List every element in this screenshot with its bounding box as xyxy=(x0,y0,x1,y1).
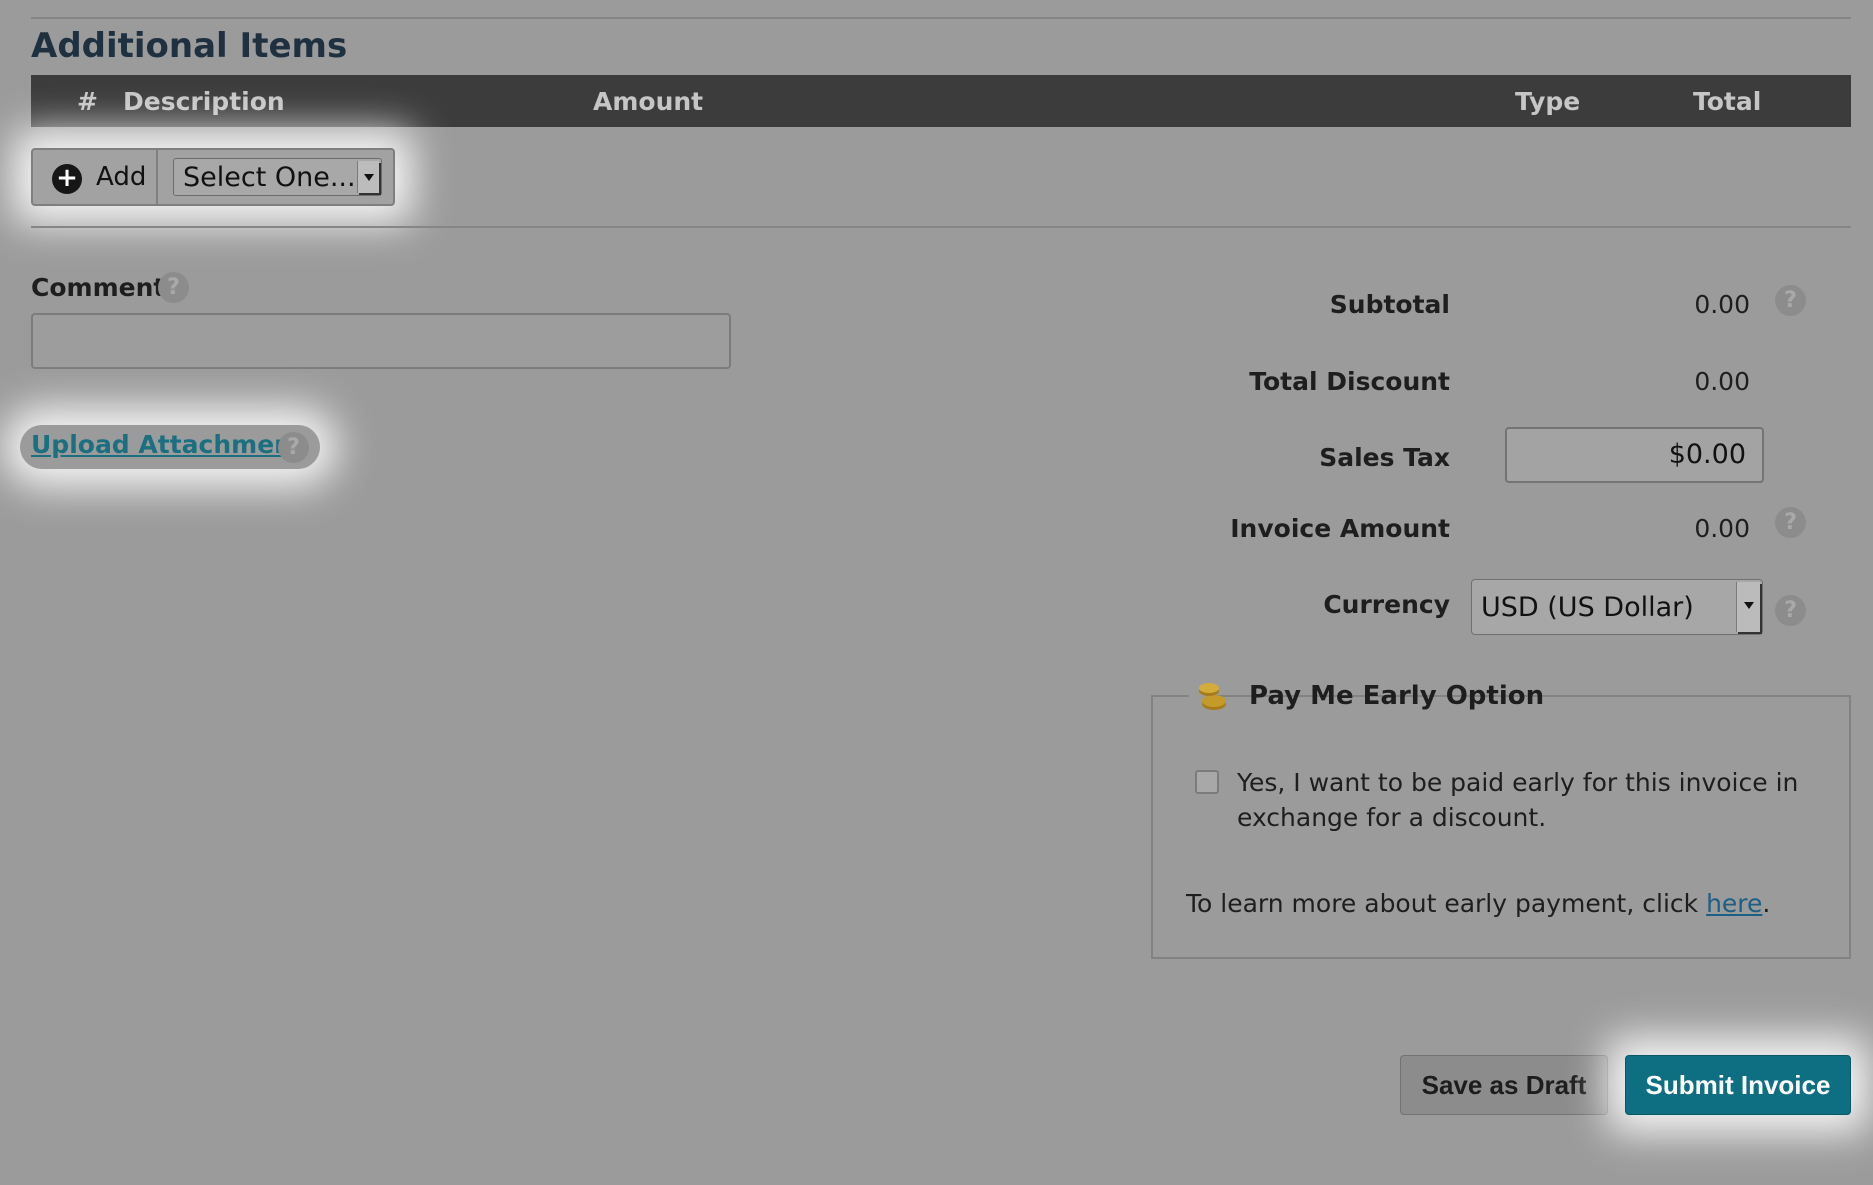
invoice-amount-help-icon[interactable]: ? xyxy=(1775,507,1806,538)
add-item-group: + Add Select One... xyxy=(31,148,395,206)
column-description: Description xyxy=(123,87,285,116)
total-discount-label: Total Discount xyxy=(1249,367,1450,396)
upload-attachment-link[interactable]: Upload Attachment xyxy=(31,430,304,459)
section-title: Additional Items xyxy=(31,26,348,66)
items-table-header: # Description Amount Type Total xyxy=(31,75,1851,127)
pay-early-header: Pay Me Early Option xyxy=(1189,675,1544,719)
learn-more-link[interactable]: here xyxy=(1706,889,1762,918)
add-item-button[interactable]: + Add xyxy=(33,150,158,204)
comment-help-icon[interactable]: ? xyxy=(158,272,189,303)
coins-icon xyxy=(1199,683,1226,710)
item-type-select[interactable]: Select One... xyxy=(173,158,382,196)
pay-early-title: Pay Me Early Option xyxy=(1249,681,1545,711)
invoice-amount-label: Invoice Amount xyxy=(1230,514,1450,543)
chevron-down-icon xyxy=(357,161,379,193)
pay-early-checkbox[interactable] xyxy=(1195,770,1219,794)
add-item-label: Add xyxy=(96,162,147,192)
currency-label: Currency xyxy=(1323,590,1450,619)
section-divider xyxy=(31,226,1851,228)
item-type-select-value: Select One... xyxy=(183,162,356,193)
total-discount-value: 0.00 xyxy=(1694,367,1750,396)
invoice-amount-value: 0.00 xyxy=(1694,514,1750,543)
column-amount: Amount xyxy=(593,87,704,116)
column-type: Type xyxy=(1515,87,1581,116)
comment-textarea[interactable] xyxy=(31,313,731,369)
column-total: Total xyxy=(1693,87,1762,116)
comment-label: Comment xyxy=(31,273,166,302)
subtotal-value: 0.00 xyxy=(1694,290,1750,319)
sales-tax-input[interactable]: $0.00 xyxy=(1505,427,1764,483)
currency-select-value: USD (US Dollar) xyxy=(1481,592,1694,623)
learn-more-suffix: . xyxy=(1762,889,1771,918)
upload-attachment-area: Upload Attachment xyxy=(20,425,320,469)
chevron-down-icon xyxy=(1736,582,1760,632)
pay-early-text-line1: Yes, I want to be paid early for this in… xyxy=(1237,768,1799,797)
plus-circle-icon: + xyxy=(52,164,82,194)
sales-tax-label: Sales Tax xyxy=(1319,443,1450,472)
subtotal-label: Subtotal xyxy=(1329,290,1450,319)
subtotal-help-icon[interactable]: ? xyxy=(1775,285,1806,316)
column-number: # xyxy=(77,87,98,116)
upload-help-icon[interactable]: ? xyxy=(278,432,309,463)
top-divider xyxy=(31,17,1851,19)
submit-invoice-button[interactable]: Submit Invoice xyxy=(1625,1055,1851,1115)
learn-more-text: To learn more about early payment, click… xyxy=(1186,889,1770,918)
currency-select[interactable]: USD (US Dollar) xyxy=(1471,579,1763,635)
currency-help-icon[interactable]: ? xyxy=(1775,595,1806,626)
learn-more-prefix: To learn more about early payment, click xyxy=(1186,889,1707,918)
sales-tax-value: $0.00 xyxy=(1668,439,1746,470)
save-draft-button[interactable]: Save as Draft xyxy=(1400,1055,1608,1115)
pay-early-text-line2: exchange for a discount. xyxy=(1237,803,1547,832)
